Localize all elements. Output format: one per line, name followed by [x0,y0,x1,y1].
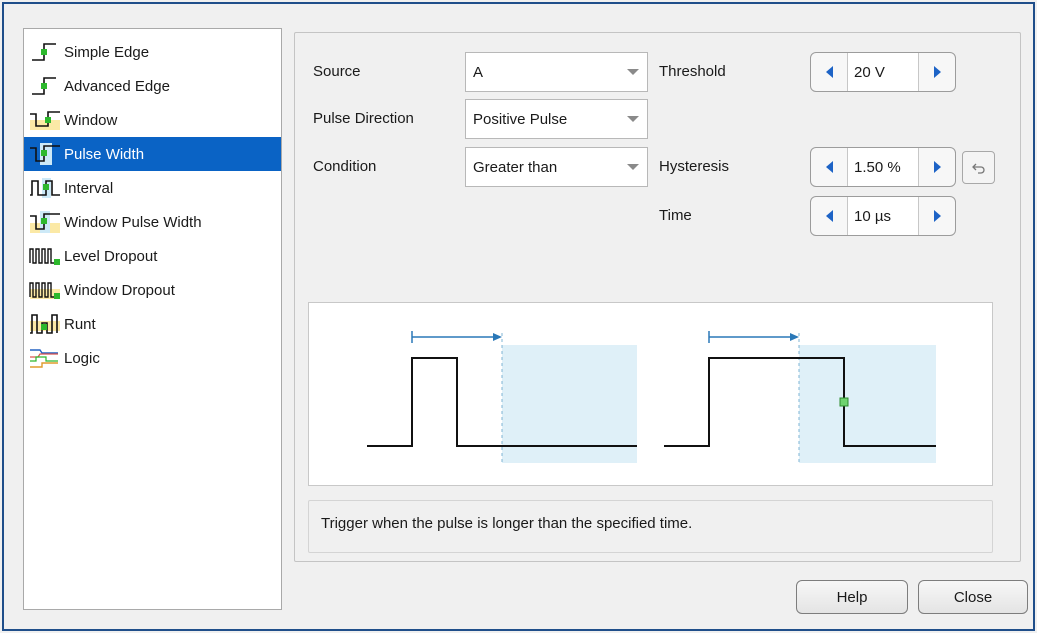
list-label: Interval [64,179,114,197]
increment-arrow-icon[interactable] [919,53,955,91]
list-label: Advanced Edge [64,77,170,95]
condition-label: Condition [313,158,377,175]
decrement-arrow-icon[interactable] [811,148,847,186]
description-text: Trigger when the pulse is longer than th… [321,515,693,532]
help-button[interactable]: Help [796,580,908,614]
list-label: Window Dropout [64,281,175,299]
source-dropdown[interactable]: A [465,52,648,92]
list-item-window-dropout[interactable]: Window Dropout [24,273,281,307]
window-pulse-width-icon [28,209,64,235]
list-item-advanced-edge[interactable]: Advanced Edge [24,69,281,103]
list-item-simple-edge[interactable]: Simple Edge [24,35,281,69]
close-button[interactable]: Close [918,580,1028,614]
source-value: A [473,63,484,81]
pulse-direction-label: Pulse Direction [313,110,414,127]
pulse-direction-dropdown[interactable]: Positive Pulse [465,99,648,139]
source-label: Source [313,63,361,80]
hysteresis-label: Hysteresis [659,158,730,175]
time-spinner[interactable]: 10 µs [810,196,956,236]
threshold-label: Threshold [659,63,726,80]
time-label: Time [659,207,692,224]
hysteresis-spinner[interactable]: 1.50 % [810,147,956,187]
description-box: Trigger when the pulse is longer than th… [308,500,993,553]
list-item-level-dropout[interactable]: Level Dropout [24,239,281,273]
trigger-diagram [308,302,993,486]
list-label: Window Pulse Width [64,213,202,231]
undo-icon [971,163,985,174]
decrement-arrow-icon[interactable] [811,197,847,235]
threshold-spinner[interactable]: 20 V [810,52,956,92]
list-label: Simple Edge [64,43,150,61]
window-dropout-icon [28,277,64,303]
condition-dropdown[interactable]: Greater than [465,147,648,187]
level-dropout-icon [28,243,64,269]
list-item-logic[interactable]: Logic [24,341,281,375]
simple-edge-icon [28,39,64,65]
logic-icon [28,345,64,371]
condition-value: Greater than [473,158,558,176]
interval-icon [28,175,64,201]
chevron-down-icon[interactable] [619,148,647,186]
list-label: Level Dropout [64,247,158,265]
pulse-width-icon [28,141,64,167]
list-label: Runt [64,315,96,333]
list-item-pulse-width[interactable]: Pulse Width [24,137,281,171]
threshold-value[interactable]: 20 V [847,53,919,91]
pulse-direction-value: Positive Pulse [473,110,568,128]
chevron-down-icon[interactable] [619,100,647,138]
list-label: Window [64,111,118,129]
pulse-width-diagram [367,331,936,463]
hysteresis-value[interactable]: 1.50 % [847,148,919,186]
trigger-point-marker [839,397,849,407]
increment-arrow-icon[interactable] [919,148,955,186]
decrement-arrow-icon[interactable] [811,53,847,91]
list-item-runt[interactable]: Runt [24,307,281,341]
list-item-window-pulse-width[interactable]: Window Pulse Width [24,205,281,239]
runt-icon [28,311,64,337]
window-icon [28,107,64,133]
list-label: Pulse Width [64,145,145,163]
list-item-interval[interactable]: Interval [24,171,281,205]
increment-arrow-icon[interactable] [919,197,955,235]
list-item-window[interactable]: Window [24,103,281,137]
trigger-dialog: Simple Edge Advanced Edge Window Pulse W… [2,2,1035,631]
chevron-down-icon[interactable] [619,53,647,91]
trigger-type-list[interactable]: Simple Edge Advanced Edge Window Pulse W… [23,28,282,610]
list-label: Logic [64,349,100,367]
reset-hysteresis-button[interactable] [962,151,995,184]
time-value[interactable]: 10 µs [847,197,919,235]
trigger-settings-panel: Source A Pulse Direction Positive Pulse … [294,32,1021,562]
advanced-edge-icon [28,73,64,99]
